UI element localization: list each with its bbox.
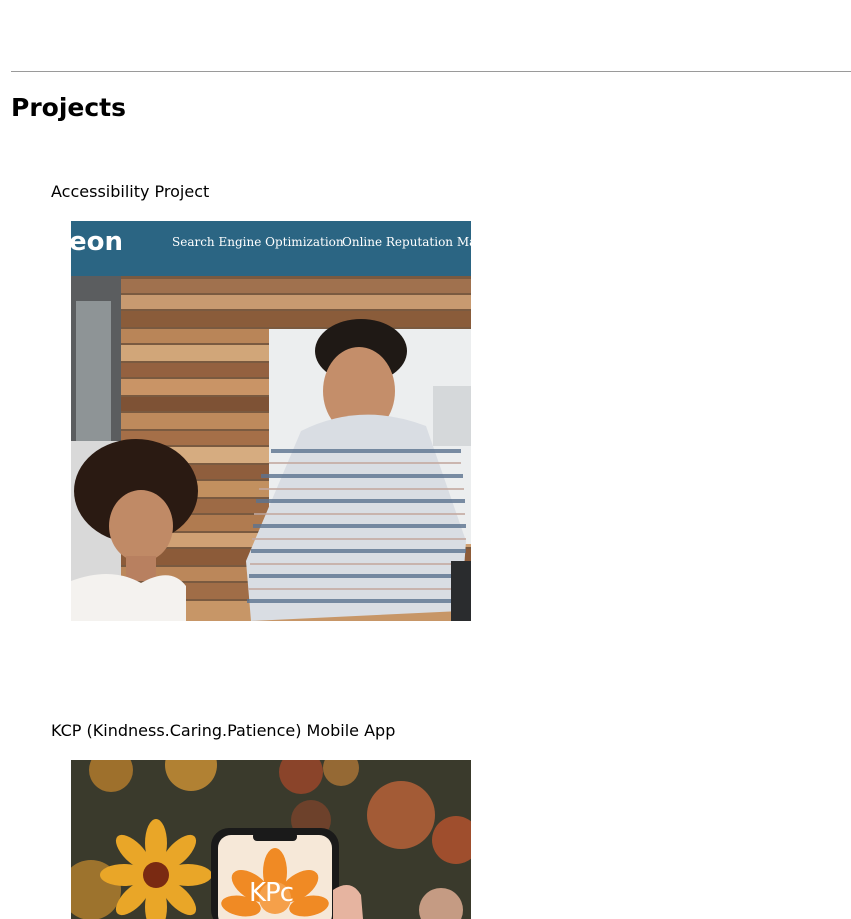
site-brand-logo: eon xyxy=(71,227,124,257)
office-photo-image xyxy=(71,221,471,621)
horizontal-divider xyxy=(11,71,851,72)
project-thumbnail-accessibility[interactable]: eon Search Engine Optimization Online Re… xyxy=(71,221,471,621)
site-nav-bar: eon Search Engine Optimization Online Re… xyxy=(71,221,471,276)
nav-item-reputation: Online Reputation Mana xyxy=(342,235,471,249)
project-thumbnail-kcp[interactable]: KPc xyxy=(71,760,471,919)
section-title: Projects xyxy=(11,93,127,122)
page: Projects Accessibility Project eon Searc… xyxy=(0,0,851,919)
project-title[interactable]: Accessibility Project xyxy=(51,182,209,202)
project-title[interactable]: KCP (Kindness.Caring.Patience) Mobile Ap… xyxy=(51,721,395,741)
kcp-logo-text: KPc xyxy=(249,878,294,908)
nav-item-seo: Search Engine Optimization xyxy=(172,235,344,249)
